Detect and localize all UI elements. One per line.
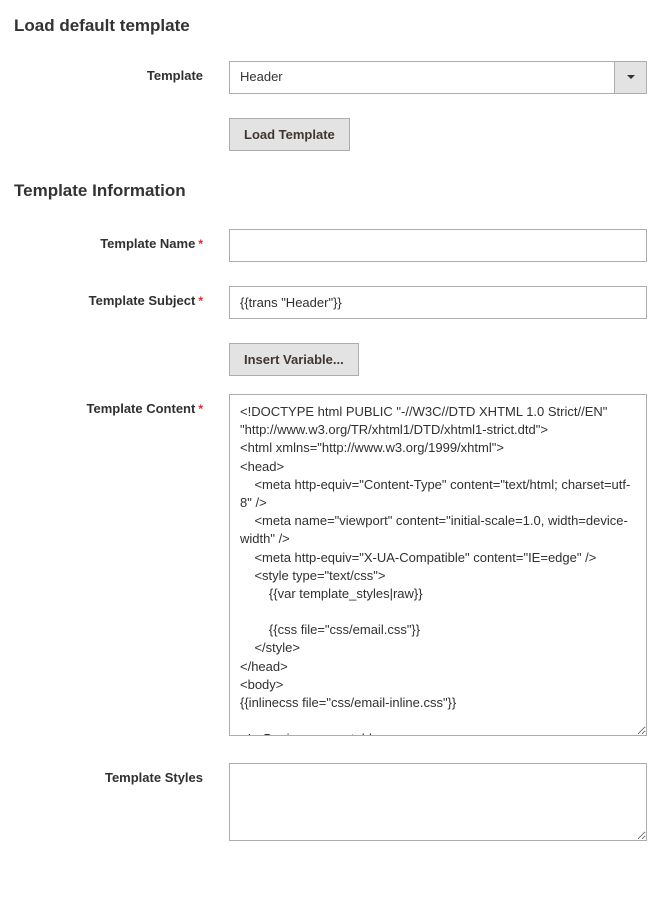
template-styles-label: Template Styles [14, 763, 229, 785]
chevron-down-icon[interactable] [614, 62, 646, 93]
section-load-default-title: Load default template [14, 16, 648, 36]
required-icon: * [198, 294, 203, 308]
row-template-styles: Template Styles [14, 763, 648, 844]
row-template-subject: Template Subject* [14, 286, 648, 319]
template-name-input[interactable] [229, 229, 647, 262]
template-content-textarea[interactable]: <!DOCTYPE html PUBLIC "-//W3C//DTD XHTML… [229, 394, 647, 736]
template-select[interactable]: Header [229, 61, 647, 94]
template-label: Template [14, 61, 229, 83]
row-template-name: Template Name* [14, 229, 648, 262]
template-name-label: Template Name* [14, 229, 229, 251]
row-template-content: Template Content* <!DOCTYPE html PUBLIC … [14, 394, 648, 739]
template-styles-textarea[interactable] [229, 763, 647, 841]
template-select-value: Header [230, 62, 614, 93]
row-insert-variable: Insert Variable... [14, 343, 648, 376]
row-template-select: Template Header [14, 61, 648, 94]
row-load-button: Load Template [14, 118, 648, 151]
template-content-label: Template Content* [14, 394, 229, 416]
load-template-button[interactable]: Load Template [229, 118, 350, 151]
insert-variable-button[interactable]: Insert Variable... [229, 343, 359, 376]
required-icon: * [198, 237, 203, 251]
template-subject-label: Template Subject* [14, 286, 229, 308]
required-icon: * [198, 402, 203, 416]
template-subject-input[interactable] [229, 286, 647, 319]
section-template-info-title: Template Information [14, 181, 648, 201]
